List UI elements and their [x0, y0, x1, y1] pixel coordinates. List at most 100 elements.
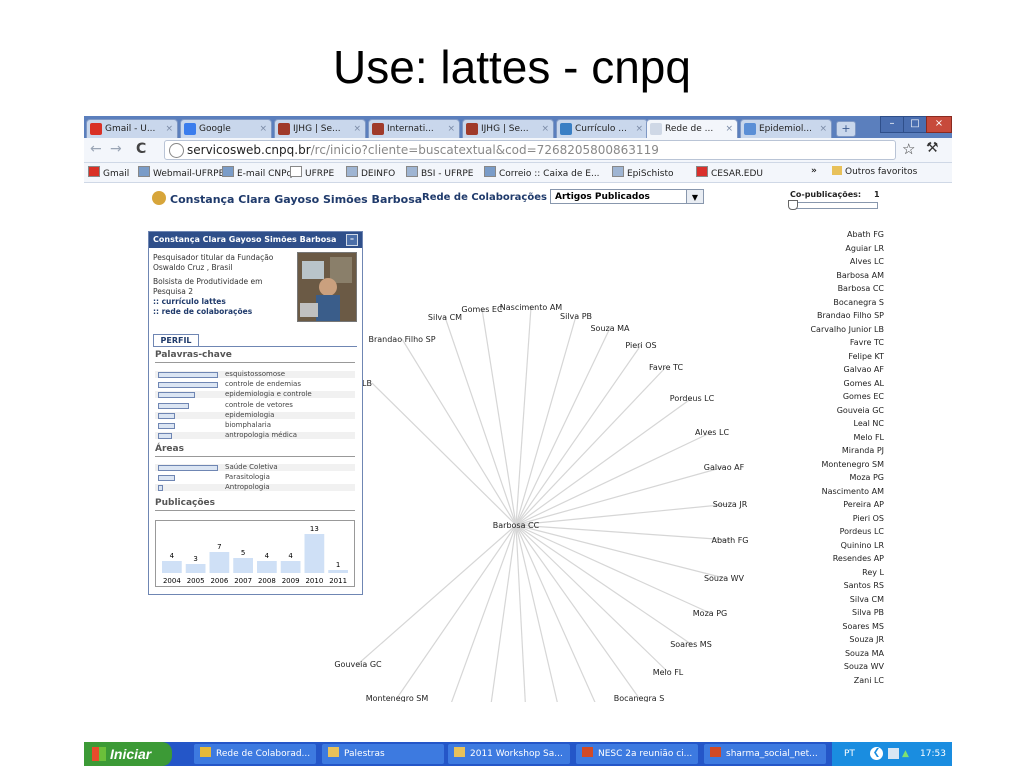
network-center-node[interactable]: Barbosa CC [493, 521, 540, 530]
network-node[interactable]: Soares MS [670, 640, 712, 649]
language-indicator[interactable]: PT [844, 742, 855, 766]
author-list-item[interactable]: Gomes AL [784, 377, 884, 391]
author-list-item[interactable]: Souza WV [784, 660, 884, 674]
close-tab-icon[interactable]: × [725, 120, 733, 138]
network-node[interactable]: Alves LC [695, 428, 730, 437]
author-list-item[interactable]: Brandao Filho SP [784, 309, 884, 323]
author-list-item[interactable]: Alves LC [784, 255, 884, 269]
close-window-button[interactable]: × [926, 116, 952, 133]
network-type-select[interactable]: Artigos Publicados ▼ [550, 189, 704, 204]
close-tab-icon[interactable]: × [165, 120, 173, 138]
network-node[interactable]: Brandao Filho SP [368, 335, 435, 344]
collaboration-network-link[interactable]: :: rede de colaborações [153, 307, 293, 317]
bookmark-item[interactable]: UFRPE [290, 166, 334, 179]
taskbar-item[interactable]: Palestras [322, 744, 444, 764]
author-list-item[interactable]: Gouveia GC [784, 404, 884, 418]
network-node[interactable]: Souza MA [590, 324, 630, 333]
wrench-menu-icon[interactable]: ⚒ [926, 140, 939, 156]
network-node[interactable]: Silva CM [428, 313, 462, 322]
author-list-item[interactable]: Souza MA [784, 647, 884, 661]
network-tray-icon[interactable] [888, 748, 899, 759]
network-node[interactable]: Pordeus LC [670, 394, 715, 403]
author-list-item[interactable]: Silva PB [784, 606, 884, 620]
network-node[interactable]: Melo FL [653, 668, 684, 677]
network-node[interactable]: Gouveia GC [334, 660, 382, 669]
network-node[interactable]: Souza JR [713, 500, 748, 509]
bookmark-item[interactable]: CESAR.EDU [696, 166, 763, 179]
close-tab-icon[interactable]: × [541, 120, 549, 138]
network-node[interactable]: Moza PG [693, 609, 727, 618]
wifi-tray-icon[interactable]: ▲ [902, 742, 909, 766]
bookmark-item[interactable]: Correio :: Caixa de E... [484, 166, 600, 179]
network-node[interactable]: Favre TC [649, 363, 684, 372]
bookmark-item[interactable]: DEINFO [346, 166, 395, 179]
start-button[interactable]: Iniciar [84, 742, 172, 766]
author-list-item[interactable]: Resendes AP [784, 552, 884, 566]
tray-arrow-icon[interactable]: ❮ [870, 747, 883, 760]
curriculum-lattes-link[interactable]: :: currículo lattes [153, 297, 293, 307]
taskbar-item[interactable]: sharma_social_net... [704, 744, 826, 764]
network-node[interactable]: Silva PB [560, 312, 592, 321]
network-node[interactable]: Souza WV [704, 574, 745, 583]
author-list-item[interactable]: Abath FG [784, 228, 884, 242]
close-tab-icon[interactable]: × [259, 120, 267, 138]
taskbar-item[interactable]: Rede de Colaborad... [194, 744, 316, 764]
author-list-item[interactable]: Pereira AP [784, 498, 884, 512]
reload-button[interactable]: C [136, 141, 146, 157]
forward-button[interactable]: → [110, 141, 122, 157]
new-tab-button[interactable]: + [836, 121, 856, 137]
minimize-button[interactable]: – [880, 116, 904, 133]
author-list-item[interactable]: Rey L [784, 566, 884, 580]
author-list-item[interactable]: Santos RS [784, 579, 884, 593]
bookmark-star-icon[interactable]: ☆ [902, 140, 915, 158]
author-list-item[interactable]: Felipe KT [784, 350, 884, 364]
author-list-item[interactable]: Leal NC [784, 417, 884, 431]
author-list-item[interactable]: Nascimento AM [784, 485, 884, 499]
author-list-item[interactable]: Aguiar LR [784, 242, 884, 256]
tab-7[interactable]: Rede de ... × [646, 119, 738, 138]
author-list-item[interactable]: Barbosa CC [784, 282, 884, 296]
author-list-item[interactable]: Soares MS [784, 620, 884, 634]
close-tab-icon[interactable]: × [353, 120, 361, 138]
author-list-item[interactable]: Galvao AF [784, 363, 884, 377]
author-list-item[interactable]: Barbosa AM [784, 269, 884, 283]
tab-6[interactable]: Currículo ... × [556, 119, 648, 138]
close-tab-icon[interactable]: × [819, 120, 827, 138]
author-list-item[interactable]: Pieri OS [784, 512, 884, 526]
maximize-button[interactable]: □ [903, 116, 927, 133]
tab-1[interactable]: Gmail - U... × [86, 119, 178, 138]
network-node[interactable]: Montenegro SM [366, 694, 429, 702]
close-tab-icon[interactable]: × [635, 120, 643, 138]
author-list-item[interactable]: Souza JR [784, 633, 884, 647]
bookmarks-overflow-button[interactable]: » [811, 166, 817, 176]
author-list-item[interactable]: Silva CM [784, 593, 884, 607]
author-list-item[interactable]: Moza PG [784, 471, 884, 485]
tab-4[interactable]: Internati... × [368, 119, 460, 138]
taskbar-item[interactable]: 2011 Workshop Sa... [448, 744, 570, 764]
bookmark-item[interactable]: Webmail-UFRPE [138, 166, 224, 179]
taskbar-item[interactable]: NESC 2a reunião ci... [576, 744, 698, 764]
page-info-icon[interactable] [169, 143, 184, 158]
network-node[interactable]: Bocanegra S [614, 694, 665, 702]
author-list-item[interactable]: Montenegro SM [784, 458, 884, 472]
tab-5[interactable]: IJHG | Se... × [462, 119, 554, 138]
author-list-item[interactable]: Gomes EC [784, 390, 884, 404]
network-node[interactable]: Gomes EC [461, 305, 503, 314]
tab-8[interactable]: Epidemiol... × [740, 119, 832, 138]
bookmark-item[interactable]: E-mail CNPq [222, 166, 292, 179]
other-bookmarks-folder[interactable]: Outros favoritos [832, 166, 917, 177]
back-button[interactable]: ← [90, 141, 102, 157]
author-list-item[interactable]: Bocanegra S [784, 296, 884, 310]
tab-3[interactable]: IJHG | Se... × [274, 119, 366, 138]
author-list-item[interactable]: Zani LC [784, 674, 884, 688]
close-tab-icon[interactable]: × [447, 120, 455, 138]
bookmark-item[interactable]: BSI - UFRPE [406, 166, 473, 179]
author-list-item[interactable]: Pordeus LC [784, 525, 884, 539]
author-list-item[interactable]: Quinino LR [784, 539, 884, 553]
copublications-slider-handle[interactable] [788, 200, 798, 210]
author-list-item[interactable]: Miranda PJ [784, 444, 884, 458]
network-node[interactable]: Abath FG [711, 536, 748, 545]
clock[interactable]: 17:53 [920, 742, 946, 766]
author-list-item[interactable]: Melo FL [784, 431, 884, 445]
tab-2[interactable]: Google × [180, 119, 272, 138]
